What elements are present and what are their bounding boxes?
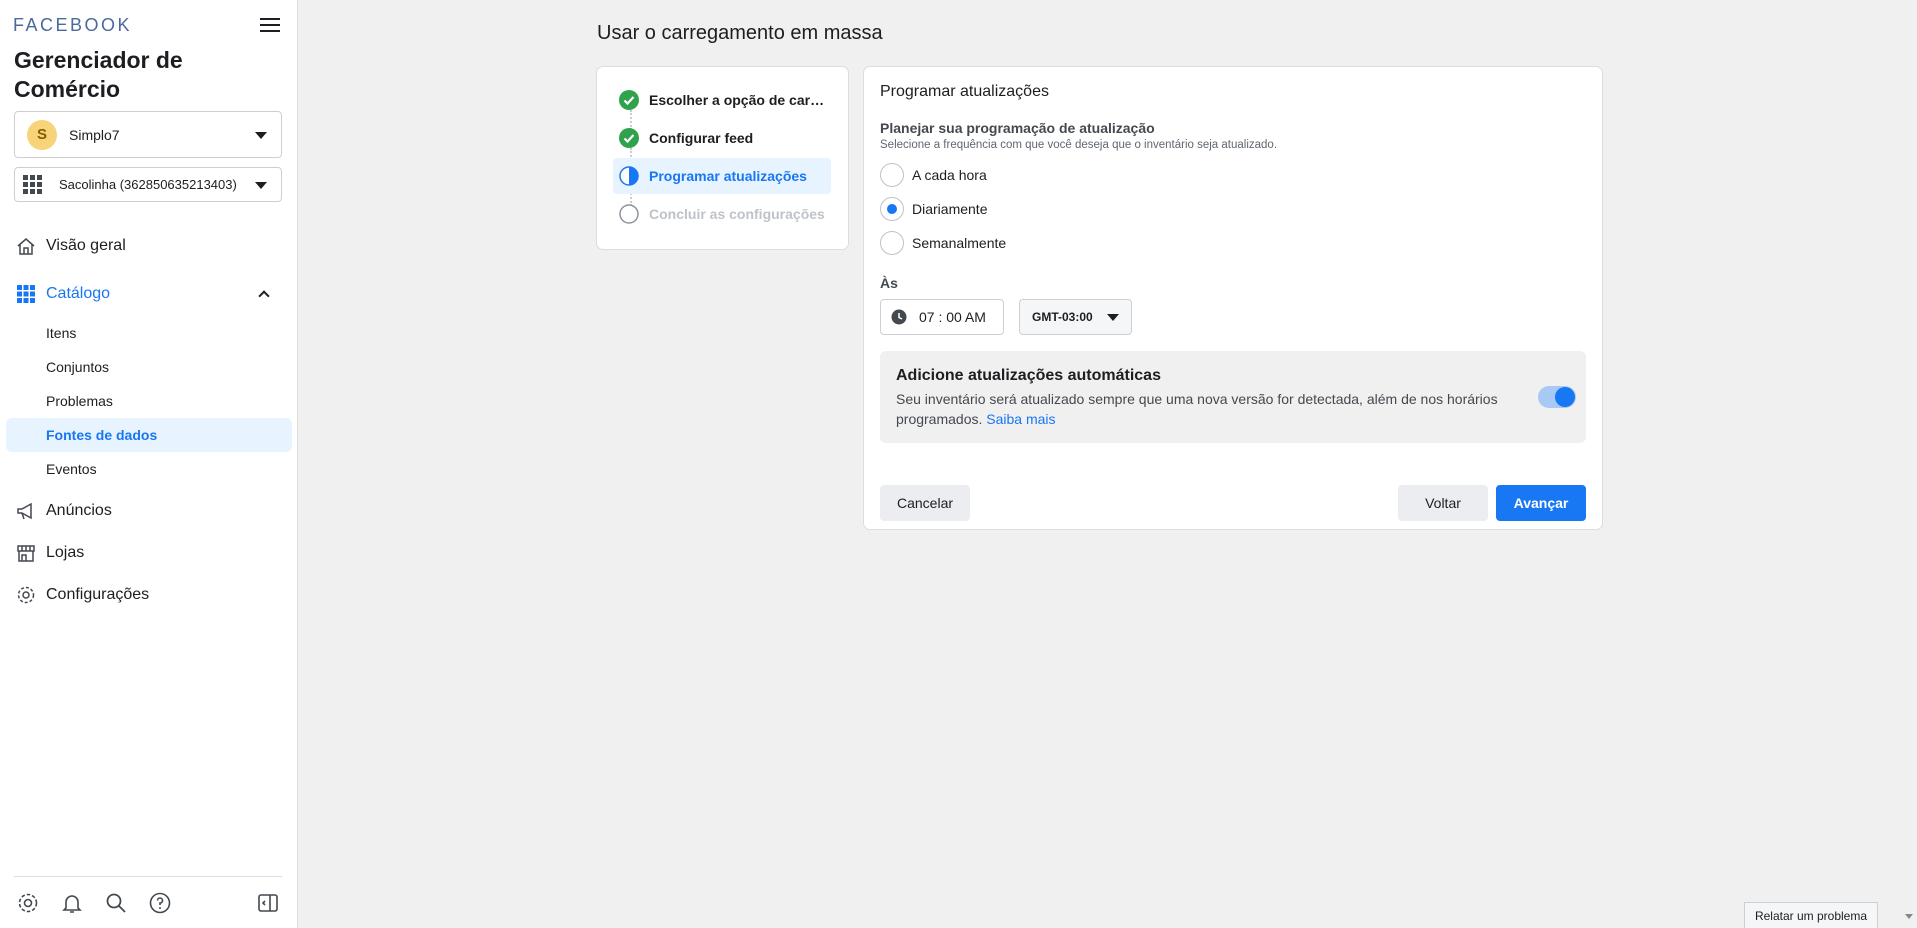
megaphone-icon bbox=[17, 502, 32, 520]
step-finish-settings[interactable]: Concluir as configurações bbox=[613, 196, 831, 232]
time-value: 07 : 00 AM bbox=[919, 309, 986, 325]
auto-updates-box: Adicione atualizações automáticas Seu in… bbox=[880, 351, 1586, 443]
sidebar-item-label: Anúncios bbox=[46, 502, 112, 519]
radio-hourly[interactable]: A cada hora bbox=[880, 162, 987, 188]
help-icon[interactable] bbox=[148, 891, 172, 915]
sidebar-item-label: Lojas bbox=[46, 544, 85, 561]
check-circle-icon bbox=[619, 90, 639, 110]
shop-icon bbox=[17, 545, 35, 562]
grid-icon bbox=[23, 174, 43, 195]
half-circle-icon bbox=[619, 166, 639, 186]
sidebar-item-label: Catálogo bbox=[46, 285, 111, 302]
report-problem-button[interactable]: Relatar um problema bbox=[1744, 902, 1878, 928]
sidebar-item-label: Configurações bbox=[46, 586, 150, 603]
sidebar-nav: Visão geral Catálogo Itens Conjuntos Pro… bbox=[0, 228, 298, 616]
caret-down-icon bbox=[1107, 314, 1119, 321]
auto-updates-description: Seu inventário será atualizado sempre qu… bbox=[896, 389, 1516, 429]
step-label: Escolher a opção de carregamento bbox=[649, 92, 825, 108]
sidebar-subitem-issues[interactable]: Problemas bbox=[6, 384, 292, 418]
empty-circle-icon bbox=[619, 204, 639, 224]
radio-button[interactable] bbox=[880, 231, 904, 255]
panel-icon[interactable] bbox=[256, 891, 280, 915]
radio-label: Diariamente bbox=[912, 201, 988, 217]
search-icon[interactable] bbox=[104, 891, 128, 915]
timezone-select[interactable]: GMT-03:00 bbox=[1019, 299, 1132, 335]
sidebar-footer bbox=[14, 876, 282, 928]
bell-icon[interactable] bbox=[60, 891, 84, 915]
step-label: Concluir as configurações bbox=[649, 206, 825, 222]
sidebar-subitem-events[interactable]: Eventos bbox=[6, 452, 292, 486]
radio-label: Semanalmente bbox=[912, 235, 1007, 251]
schedule-label: Planejar sua programação de atualização bbox=[880, 120, 1155, 136]
auto-updates-toggle[interactable] bbox=[1538, 386, 1576, 408]
sidebar-subitem-sets[interactable]: Conjuntos bbox=[6, 350, 292, 384]
home-icon bbox=[17, 238, 35, 255]
menu-icon[interactable] bbox=[258, 14, 282, 36]
step-label: Programar atualizações bbox=[649, 168, 807, 184]
business-name: Simplo7 bbox=[69, 126, 120, 143]
facebook-logo: FACEBOOK bbox=[13, 15, 133, 35]
schedule-form-card: Programar atualizações Planejar sua prog… bbox=[864, 67, 1602, 529]
auto-updates-title: Adicione atualizações automáticas bbox=[896, 367, 1161, 384]
back-button[interactable]: Voltar bbox=[1398, 485, 1488, 521]
catalog-selector[interactable]: Sacolinha (362850635213403) bbox=[14, 167, 282, 202]
learn-more-link[interactable]: Saiba mais bbox=[986, 411, 1055, 427]
sidebar: FACEBOOK Gerenciador de Comércio S Simpl… bbox=[0, 0, 298, 928]
caret-down-icon bbox=[255, 181, 267, 189]
page-title: Usar o carregamento em massa bbox=[597, 22, 883, 44]
radio-button[interactable] bbox=[880, 163, 904, 187]
sidebar-item-overview[interactable]: Visão geral bbox=[0, 228, 298, 264]
time-label: Às bbox=[880, 275, 898, 291]
next-button[interactable]: Avançar bbox=[1496, 485, 1586, 521]
radio-label: A cada hora bbox=[912, 167, 987, 183]
catalog-name: Sacolinha (362850635213403) bbox=[59, 177, 237, 192]
gear-icon[interactable] bbox=[16, 891, 40, 915]
sidebar-subitem-data-sources[interactable]: Fontes de dados bbox=[6, 418, 292, 452]
cancel-button[interactable]: Cancelar bbox=[880, 485, 970, 521]
chevron-up-icon[interactable] bbox=[258, 290, 270, 302]
clock-icon bbox=[891, 309, 907, 325]
check-circle-icon bbox=[619, 128, 639, 148]
timezone-value: GMT-03:00 bbox=[1032, 310, 1093, 324]
sidebar-item-label: Visão geral bbox=[46, 237, 126, 254]
business-avatar: S bbox=[27, 119, 57, 150]
sidebar-item-shops[interactable]: Lojas bbox=[0, 532, 298, 574]
sidebar-item-settings[interactable]: Configurações bbox=[0, 574, 298, 616]
step-choose-upload[interactable]: Escolher a opção de carregamento bbox=[613, 82, 831, 118]
step-schedule-updates[interactable]: Programar atualizações bbox=[613, 158, 831, 194]
radio-weekly[interactable]: Semanalmente bbox=[880, 230, 1006, 256]
scroll-down-arrow-icon[interactable] bbox=[1905, 914, 1913, 919]
form-title: Programar atualizações bbox=[880, 83, 1049, 100]
time-input[interactable]: 07 : 00 AM bbox=[880, 299, 1004, 335]
sidebar-item-catalog[interactable]: Catálogo bbox=[0, 276, 298, 312]
steps-card: Escolher a opção de carregamento Configu… bbox=[597, 67, 848, 249]
radio-daily[interactable]: Diariamente bbox=[880, 196, 987, 222]
step-label: Configurar feed bbox=[649, 130, 754, 146]
sidebar-item-ads[interactable]: Anúncios bbox=[0, 490, 298, 532]
sidebar-subitem-items[interactable]: Itens bbox=[6, 316, 292, 350]
schedule-description: Selecione a frequência com que você dese… bbox=[880, 139, 1278, 151]
app-title: Gerenciador de Comércio bbox=[14, 47, 183, 102]
step-configure-feed[interactable]: Configurar feed bbox=[613, 120, 831, 156]
caret-down-icon bbox=[255, 131, 267, 139]
gear-icon bbox=[17, 586, 35, 604]
radio-button[interactable] bbox=[880, 197, 904, 221]
business-selector[interactable]: S Simplo7 bbox=[14, 111, 282, 158]
catalog-grid-icon bbox=[17, 285, 35, 303]
